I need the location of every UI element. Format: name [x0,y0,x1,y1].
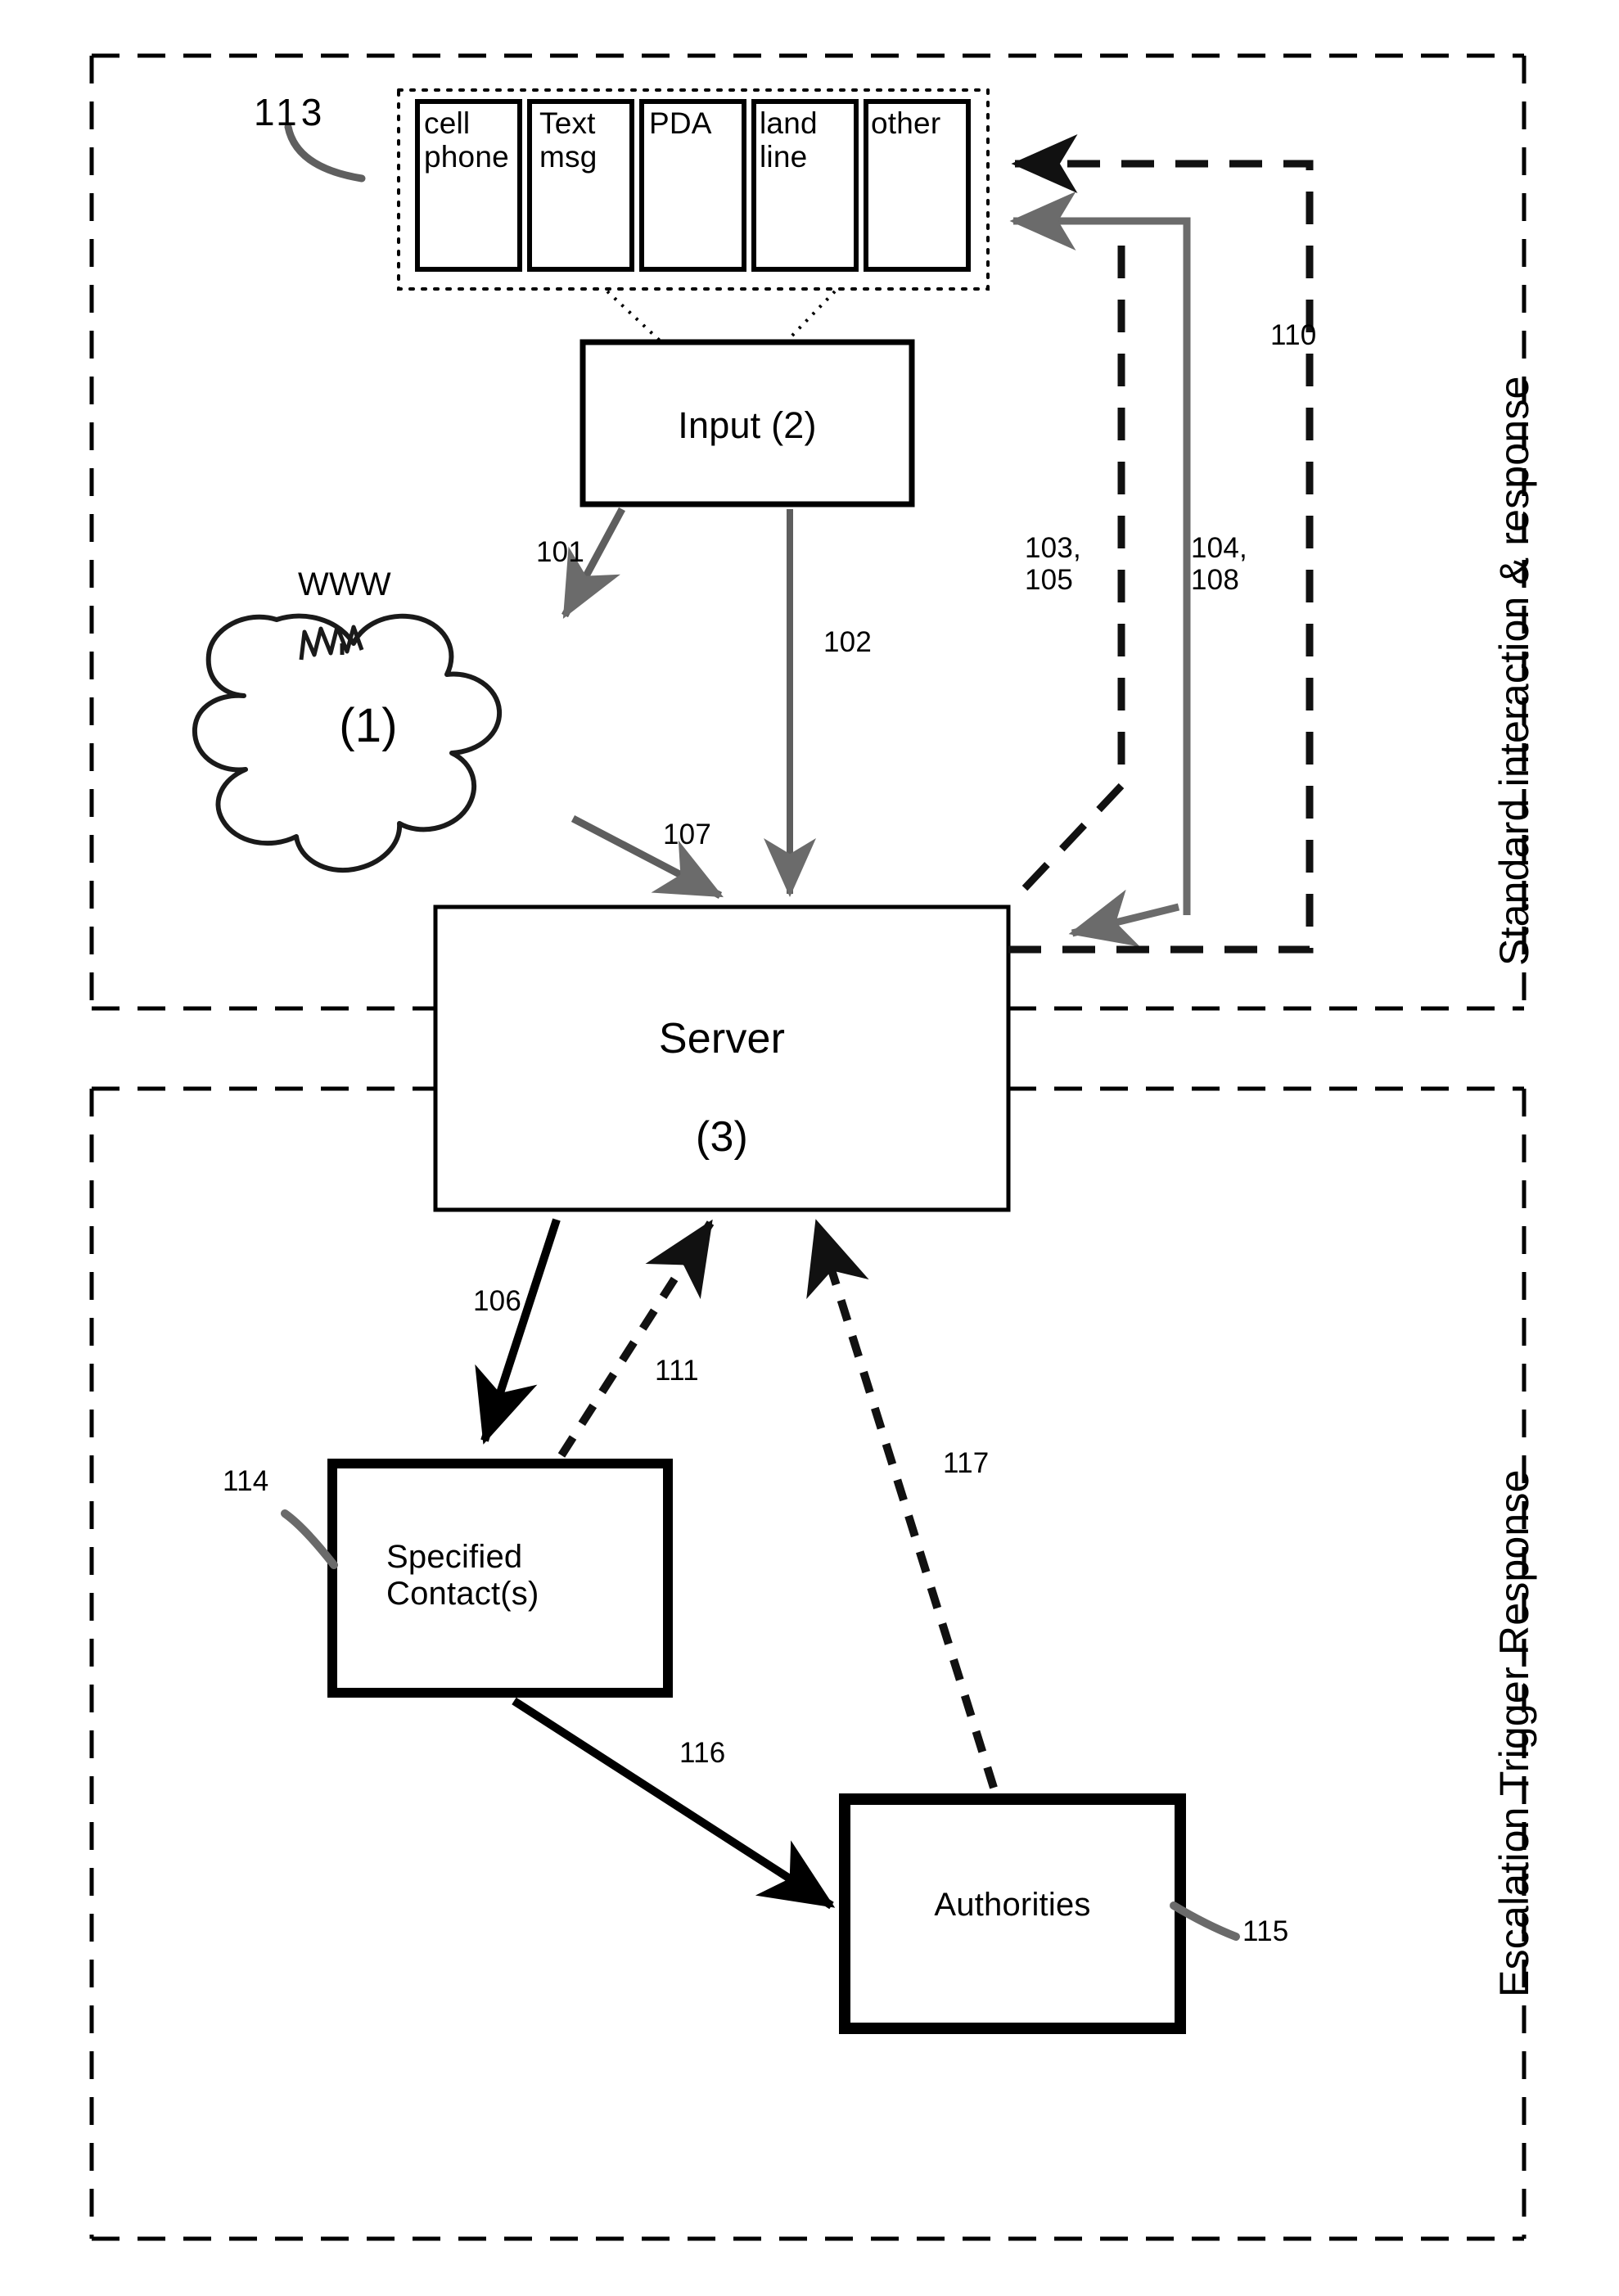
edge-106 [475,1218,561,1445]
device-label-cell-phone: cell phone [424,106,509,174]
patent-figure-page: 113 cell phone Text msg PDA land line ot… [0,0,1619,2296]
device-label-land-line: land line [760,106,818,174]
edge-label-110: 110 [1270,319,1317,351]
ref-113-leader [284,123,366,183]
edge-label-116: 116 [679,1737,726,1769]
device-label-pda: PDA [649,106,712,140]
edge-111 [557,1219,715,1458]
edge-label-106: 106, [473,1285,530,1317]
edge-label-101: 101 [536,536,584,568]
server-box-label: Server [658,1015,786,1062]
input-box-label: Input (2) [678,404,817,446]
specified-contacts-label: Specified Contact(s) [386,1539,539,1612]
edge-label-102: 102 [823,626,872,658]
server-box-sublabel: (3) [695,1113,749,1161]
device-label-text-msg: Text msg [539,106,598,174]
ref-number-113: 113 [254,91,327,133]
device-label-other: other [871,106,941,140]
edge-label-117: 117 [943,1447,990,1479]
device-to-input-connectors [606,290,837,342]
zone-label-standard-interaction: Standard interaction & response [1491,376,1537,966]
www-tag-label: WWW [298,566,391,602]
ref-number-115: 115 [1242,1915,1289,1947]
ref-114-leader [281,1509,338,1569]
ref-number-114: 114 [223,1465,269,1497]
edge-label-111: 111 [655,1355,699,1387]
zone-escalation-trigger-frame [89,1086,1527,2241]
edge-label-104-108: 104, 108 [1191,532,1247,597]
cloud-label: (1) [339,699,398,752]
edge-116 [512,1697,836,1910]
edge-104-108-into-server [1068,889,1180,947]
authorities-label: Authorities [934,1887,1091,1923]
edge-label-107: 107 [663,819,711,850]
edge-label-103-105: 103, 105 [1025,532,1081,597]
edge-117 [806,1219,998,1789]
zone-label-escalation-trigger: Escalation Trigger Response [1491,1469,1537,1997]
